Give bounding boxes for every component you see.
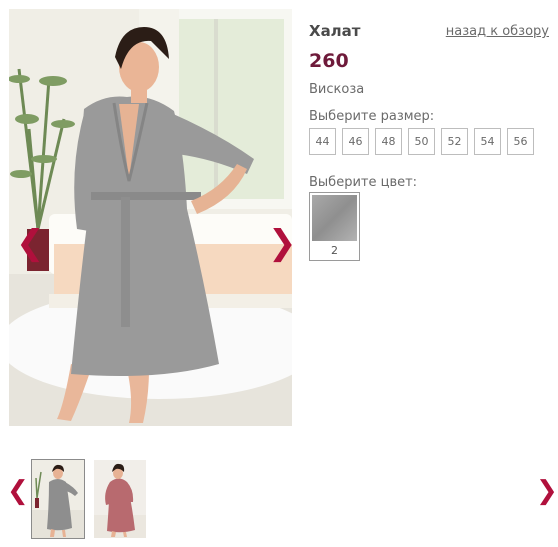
size-option[interactable]: 44 bbox=[309, 128, 336, 155]
size-option[interactable]: 50 bbox=[408, 128, 435, 155]
chevron-left-icon: ❮ bbox=[7, 476, 29, 506]
color-swatch-number: 2 bbox=[331, 244, 338, 257]
color-selector-label: Выберите цвет: bbox=[309, 175, 418, 190]
product-material: Вискоза bbox=[309, 82, 365, 97]
main-product-image bbox=[9, 9, 292, 426]
size-selector-label: Выберите размер: bbox=[309, 109, 435, 124]
chevron-left-icon: ❮ bbox=[16, 223, 45, 263]
back-to-overview-link[interactable]: назад к обзору bbox=[446, 24, 549, 39]
size-selector: 44 46 48 50 52 54 56 bbox=[309, 128, 534, 155]
chevron-right-icon: ❯ bbox=[268, 223, 297, 263]
color-swatch[interactable]: 2 bbox=[309, 192, 360, 261]
size-option[interactable]: 46 bbox=[342, 128, 369, 155]
size-option[interactable]: 52 bbox=[441, 128, 468, 155]
color-swatch-fabric bbox=[312, 195, 357, 241]
size-option[interactable]: 56 bbox=[507, 128, 534, 155]
product-title: Халат bbox=[309, 22, 361, 40]
thumbnail-pink-robe[interactable] bbox=[94, 460, 146, 538]
image-next-arrow[interactable]: ❯ bbox=[268, 226, 297, 260]
size-option[interactable]: 48 bbox=[375, 128, 402, 155]
chevron-right-icon: ❯ bbox=[536, 476, 558, 506]
size-option[interactable]: 54 bbox=[474, 128, 501, 155]
image-prev-arrow[interactable]: ❮ bbox=[16, 226, 45, 260]
thumbnails-prev-arrow[interactable]: ❮ bbox=[7, 478, 29, 504]
thumbnails-next-arrow[interactable]: ❯ bbox=[536, 478, 558, 504]
thumbnail-grey-robe[interactable] bbox=[31, 459, 85, 539]
product-price: 260 bbox=[309, 50, 349, 72]
